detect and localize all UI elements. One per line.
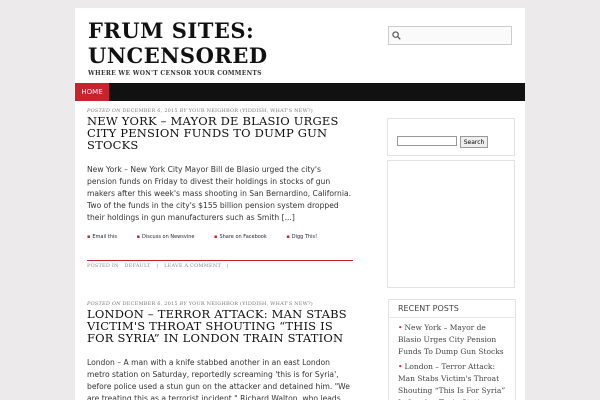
post-category-link[interactable]: DEFAULT: [124, 263, 150, 269]
header-search-input[interactable]: [403, 28, 503, 43]
share-links: ▪ Email this ▪ Discuss on Newsvine ▪ Share …: [87, 234, 353, 240]
site-tagline: WHERE WE WON'T CENSOR YOUR COMMENTS: [88, 70, 262, 77]
recent-post-link[interactable]: New York – Mayor de Blasio Urges City Pe…: [398, 323, 504, 356]
post-1-footer: POSTED IN DEFAULT | LEAVE A COMMENT |: [87, 260, 353, 269]
bullet-icon: •: [398, 362, 403, 371]
post-title[interactable]: NEW YORK – MAYOR DE BLASIO URGES CITY PE…: [87, 115, 353, 151]
recent-posts-list: • New York – Mayor de Blasio Urges City P…: [389, 318, 515, 400]
share-digg-icon: ▪: [286, 234, 290, 240]
share-newsvine-link[interactable]: ▪ Discuss on Newsvine: [137, 234, 204, 240]
sidebar-search-button[interactable]: Search: [460, 136, 488, 148]
nav-item-home[interactable]: HOME: [75, 83, 109, 101]
share-newsvine-icon: ▪: [136, 234, 140, 240]
post-footer-separator: |: [226, 263, 229, 269]
post-title[interactable]: LONDON – TERROR ATTACK: MAN STABS VICTIM…: [87, 308, 353, 344]
post-excerpt: New York – New York City Mayor Bill de B…: [87, 165, 352, 222]
site-title-line-1[interactable]: FRUM SITES:: [88, 18, 268, 43]
bullet-icon: •: [398, 323, 403, 332]
recent-post-item[interactable]: • London – Terror Attack: Man Stabs Victi…: [398, 361, 506, 400]
search-icon: [392, 31, 401, 40]
post-excerpt: London – A man with a knife stabbed anot…: [87, 358, 350, 400]
leave-comment-link[interactable]: LEAVE A COMMENT: [164, 263, 221, 269]
share-newsvine-label[interactable]: Discuss on Newsvine: [142, 234, 194, 240]
recent-post-link[interactable]: London – Terror Attack: Man Stabs Victim…: [398, 362, 505, 400]
post-2: POSTED ON DECEMBER 6, 2015 BY YOUR NEIGH…: [87, 301, 353, 400]
recent-posts-widget: RECENT POSTS • New York – Mayor de Blasio…: [388, 299, 516, 400]
share-digg-label[interactable]: Digg This!: [292, 234, 317, 240]
main-navigation: HOME: [75, 83, 525, 101]
share-facebook-link[interactable]: ▪ Share on Facebook: [214, 234, 276, 240]
post-footer-posted-in: POSTED IN: [87, 263, 119, 269]
share-email-label[interactable]: Email this: [92, 234, 117, 240]
site-title[interactable]: FRUM SITES: UNCENSORED: [88, 18, 268, 68]
share-digg-link[interactable]: ▪ Digg This!: [286, 234, 326, 240]
post-1: POSTED ON DECEMBER 6, 2015 BY YOUR NEIGH…: [87, 108, 353, 240]
share-facebook-label[interactable]: Share on Facebook: [219, 234, 266, 240]
sidebar-search-input[interactable]: [397, 136, 457, 146]
share-facebook-icon: ▪: [214, 234, 218, 240]
share-email-link[interactable]: ▪ Email this: [87, 234, 126, 240]
page-container: FRUM SITES: UNCENSORED WHERE WE WON'T CE…: [75, 8, 525, 400]
post-footer-separator: |: [156, 263, 159, 269]
share-email-icon: ▪: [87, 234, 91, 240]
sidebar-blank-widget: [387, 160, 515, 288]
recent-posts-heading: RECENT POSTS: [389, 300, 515, 318]
header-search[interactable]: [388, 26, 512, 45]
recent-post-item[interactable]: • New York – Mayor de Blasio Urges City P…: [398, 322, 506, 358]
site-title-line-2[interactable]: UNCENSORED: [88, 43, 268, 68]
